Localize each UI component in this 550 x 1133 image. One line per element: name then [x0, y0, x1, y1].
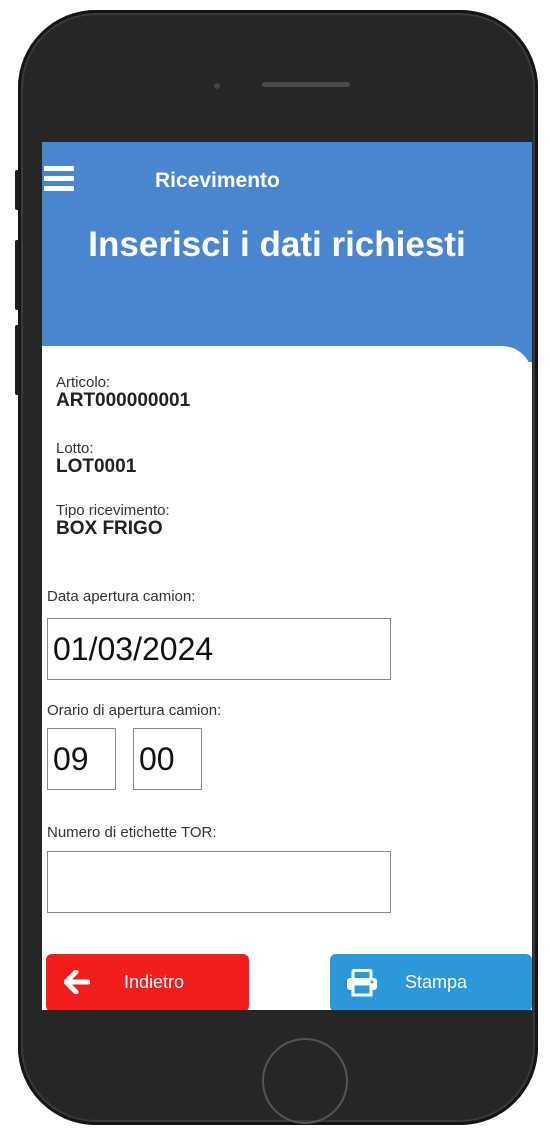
numero-etichette-label: Numero di etichette TOR: [47, 824, 217, 841]
earpiece-speaker [262, 82, 350, 87]
articolo-label: Articolo: [56, 374, 111, 391]
app-screen: Ricevimento Inserisci i dati richiesti A… [42, 142, 532, 1010]
data-apertura-input[interactable] [47, 618, 391, 680]
print-button-label: Stampa [405, 972, 468, 992]
numero-etichette-input[interactable] [47, 851, 391, 913]
volume-down-button [15, 325, 19, 395]
home-button[interactable] [262, 1038, 348, 1124]
lotto-label: Lotto: [56, 440, 94, 457]
form-content: Articolo: ART000000001 Lotto: LOT0001 Ti… [42, 346, 532, 1010]
articolo-value: ART000000001 [56, 390, 191, 411]
page-heading: Inserisci i dati richiesti [88, 225, 466, 264]
print-button[interactable]: Stampa [330, 954, 532, 1010]
orario-apertura-label: Orario di apertura camion: [47, 702, 222, 719]
mute-switch [15, 170, 19, 210]
back-button[interactable]: Indietro [46, 954, 249, 1010]
app-title: Ricevimento [155, 169, 280, 192]
front-camera [214, 83, 220, 89]
hamburger-menu-icon[interactable] [44, 166, 74, 192]
tipo-ricevimento-label: Tipo ricevimento: [56, 502, 170, 519]
back-button-label: Indietro [124, 972, 185, 992]
orario-ore-input[interactable] [47, 728, 116, 790]
tipo-ricevimento-value: BOX FRIGO [56, 518, 163, 539]
volume-up-button [15, 240, 19, 310]
printer-icon [347, 969, 377, 997]
lotto-value: LOT0001 [56, 456, 137, 477]
app-header: Ricevimento Inserisci i dati richiesti [42, 142, 532, 362]
arrow-left-icon [64, 970, 90, 994]
data-apertura-label: Data apertura camion: [47, 588, 196, 605]
orario-minuti-input[interactable] [133, 728, 202, 790]
